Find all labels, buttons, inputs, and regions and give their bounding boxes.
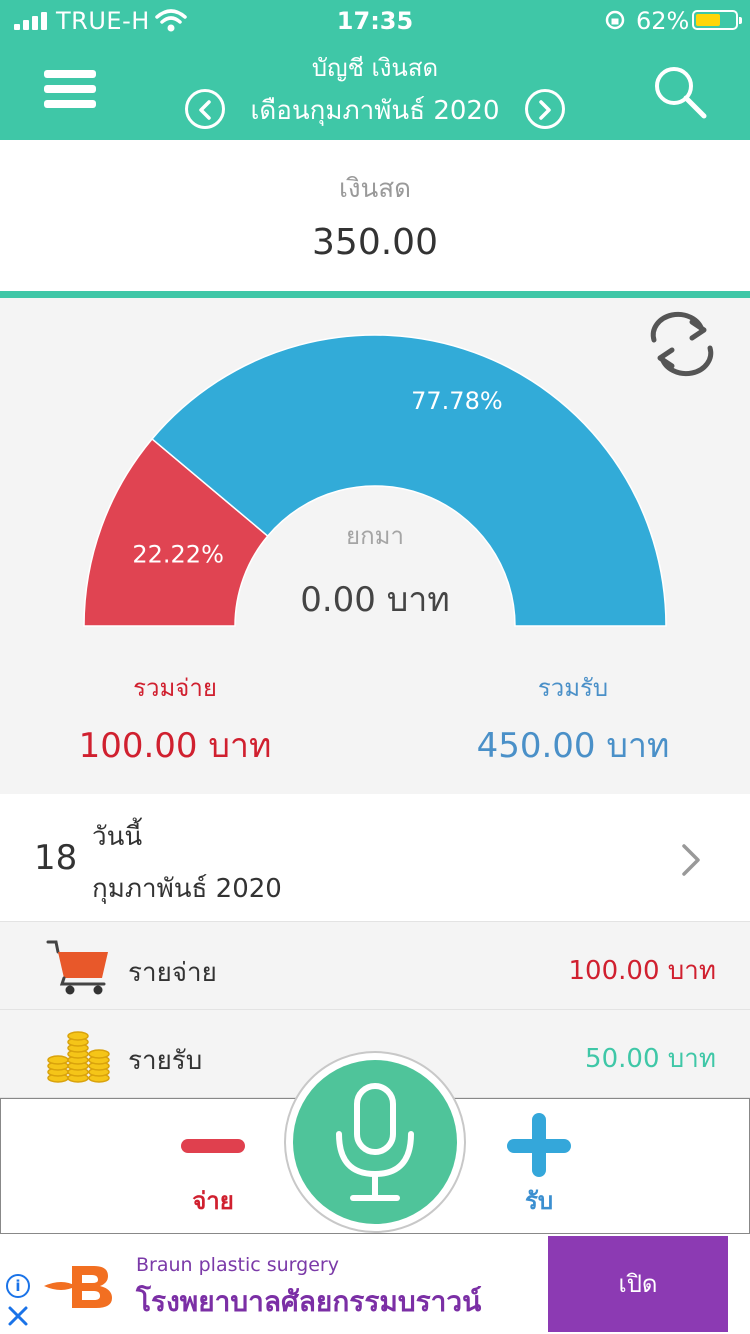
carry-forward-label: ยกมา (346, 522, 404, 550)
income-total-value: 450.00 บาท (476, 726, 670, 766)
balance-value: 350.00 (312, 222, 438, 263)
ad-banner[interactable]: i Braun plastic surgery โรงพยาบาลศัลยกรร… (0, 1234, 750, 1334)
expense-row-label: รายจ่าย (128, 958, 217, 988)
battery-icon (692, 10, 742, 30)
expense-total-label: รวมจ่าย (133, 674, 217, 702)
receive-button-label[interactable]: รับ (477, 1181, 601, 1220)
ad-open-button[interactable]: เปิด (548, 1236, 728, 1332)
app-header: TRUE-H 17:35 62% บัญชี เงินสด เดือนกุมภา… (0, 0, 750, 140)
rotation-lock-icon (605, 10, 625, 30)
coins-icon (47, 1031, 110, 1083)
balance-panel: เงินสด 350.00 (0, 140, 750, 292)
chevron-right-icon (682, 844, 700, 876)
ad-title: โรงพยาบาลศัลยกรรมบราวน์ (136, 1285, 482, 1318)
chart-panel: 22.22% 77.78% ยกมา 0.00 บาท รวมจ่าย 100.0… (0, 298, 750, 794)
expense-row-amount: 100.00 บาท (568, 956, 716, 986)
search-icon[interactable] (652, 64, 708, 120)
voice-input-button[interactable] (293, 1060, 457, 1224)
income-row-label: รายรับ (128, 1046, 203, 1076)
balance-label: เงินสด (338, 174, 412, 204)
income-total-label: รวมรับ (537, 674, 609, 702)
shopping-cart-icon (46, 940, 108, 995)
close-icon[interactable] (6, 1304, 30, 1328)
carry-forward-value: 0.00 บาท (300, 580, 450, 620)
divider (0, 291, 750, 298)
battery-level (696, 14, 720, 26)
status-bar: TRUE-H 17:35 62% (0, 0, 750, 40)
chevron-right-icon (539, 100, 551, 120)
refresh-icon[interactable] (644, 310, 720, 378)
day-row[interactable]: 18 วันนี้ กุมภาพันธ์ 2020 (0, 796, 750, 922)
ad-info-icon[interactable]: i (6, 1274, 30, 1298)
minus-icon[interactable] (181, 1139, 245, 1153)
pay-button-label[interactable]: จ่าย (151, 1181, 275, 1220)
microphone-icon (336, 1083, 414, 1201)
advertiser-logo (44, 1266, 112, 1308)
battery-percent: 62% (636, 7, 690, 35)
income-row-amount: 50.00 บาท (585, 1044, 716, 1074)
day-month-label: กุมภาพันธ์ 2020 (92, 874, 282, 904)
expense-total-value: 100.00 บาท (78, 726, 272, 766)
gauge-label-income: 77.78% (411, 387, 503, 415)
ad-brand: Braun plastic surgery (136, 1254, 339, 1276)
expense-row[interactable]: รายจ่าย 100.00 บาท (0, 922, 750, 1010)
month-title: เดือนกุมภาพันธ์ 2020 (250, 96, 500, 126)
plus-icon-vertical[interactable] (532, 1113, 546, 1177)
day-today-label: วันนี้ (92, 822, 143, 852)
next-month-button[interactable] (525, 89, 565, 129)
day-number: 18 (34, 838, 78, 878)
account-title: บัญชี เงินสด (311, 54, 439, 82)
